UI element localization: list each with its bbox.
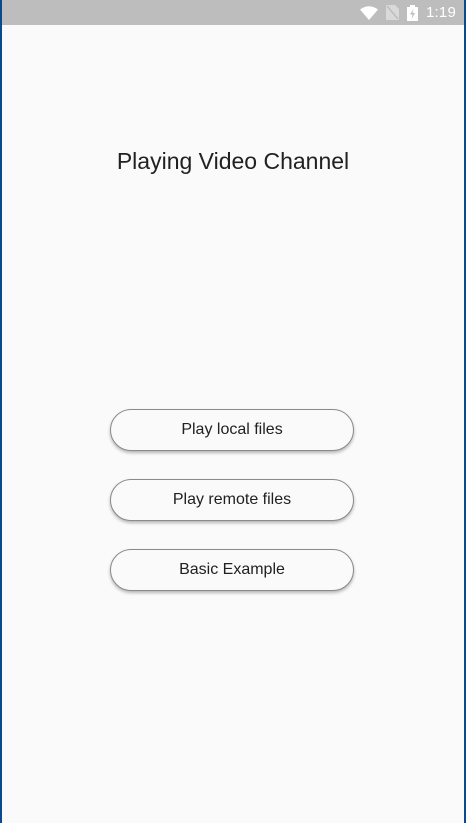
battery-icon <box>407 4 418 21</box>
basic-example-label: Basic Example <box>179 561 285 578</box>
play-local-files-label: Play local files <box>181 421 283 438</box>
no-sim-icon <box>386 5 399 20</box>
play-local-files-button[interactable]: Play local files <box>110 409 354 451</box>
status-bar: 1:19 <box>2 0 464 25</box>
status-icons: 1:19 <box>360 0 456 25</box>
play-remote-files-button[interactable]: Play remote files <box>110 479 354 521</box>
page-title: Playing Video Channel <box>116 148 350 174</box>
basic-example-button[interactable]: Basic Example <box>110 549 354 591</box>
status-time: 1:19 <box>426 4 456 21</box>
wifi-icon <box>360 5 378 20</box>
app-screen: 1:19 Playing Video Channel Play local fi… <box>2 0 464 823</box>
play-remote-files-label: Play remote files <box>172 491 292 508</box>
